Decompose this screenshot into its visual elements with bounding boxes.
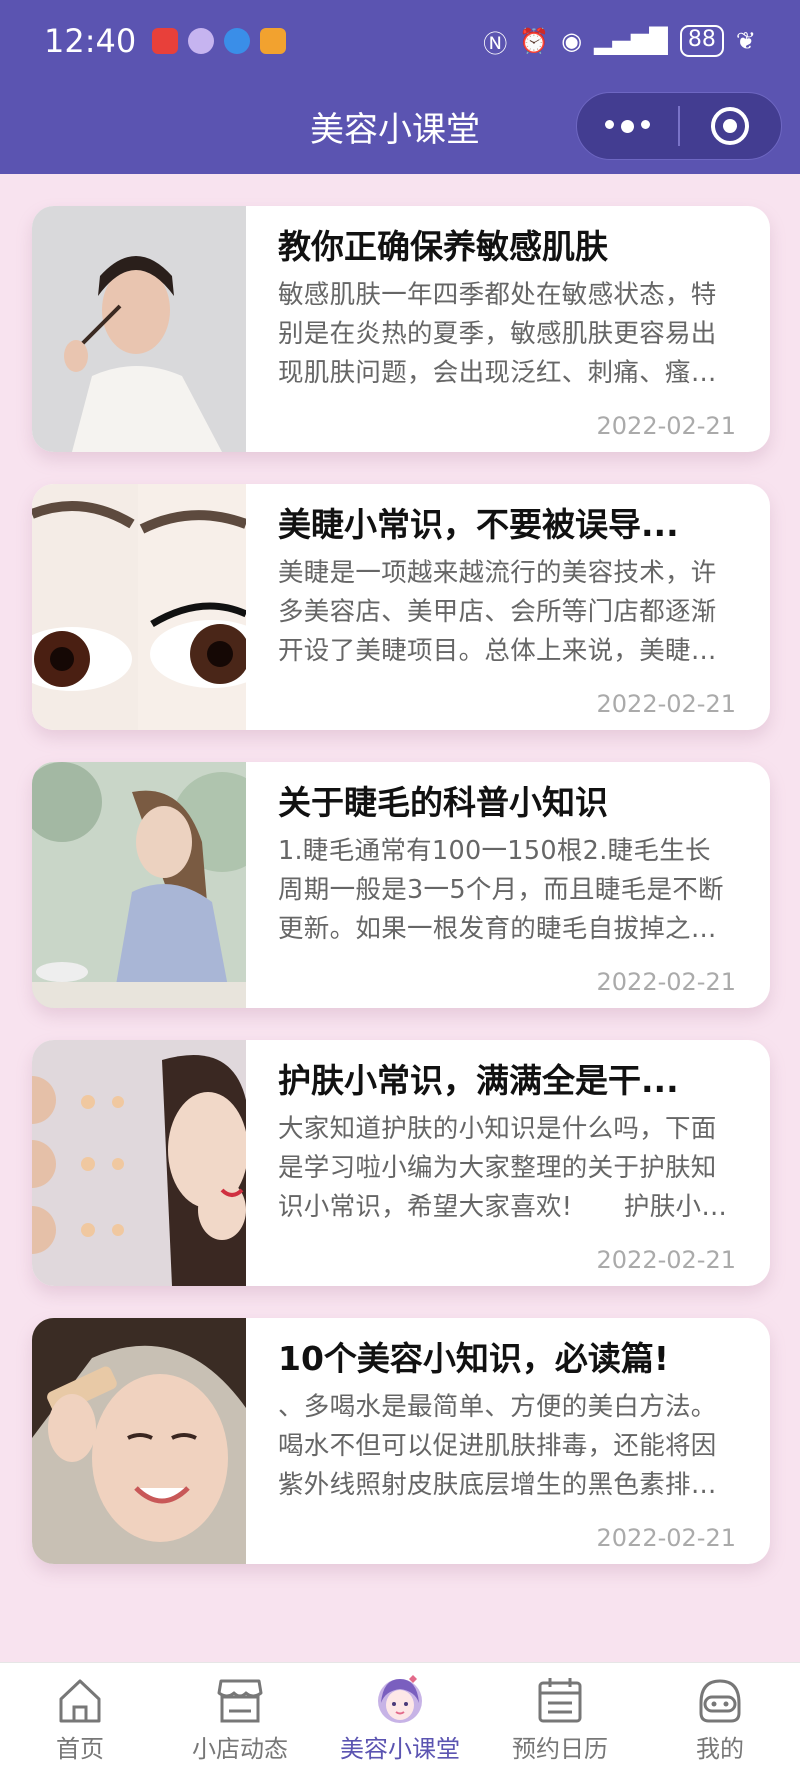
tab-label: 首页	[56, 1735, 104, 1763]
tab-home[interactable]: 首页	[0, 1663, 160, 1768]
article-card[interactable]: 护肤小常识，满满全是干... 大家知道护肤的小知识是什么吗，下面是学习啦小编为大…	[32, 1040, 770, 1286]
article-date: 2022-02-21	[596, 412, 736, 440]
tab-bar: 首页 小店动态 美容小课堂 预约日历 我的	[0, 1662, 800, 1768]
article-title: 10个美容小知识，必读篇!	[278, 1339, 669, 1378]
article-title: 关于睫毛的科普小知识	[278, 783, 608, 822]
calendar-icon	[538, 1678, 582, 1723]
beauty-girl-icon	[378, 1675, 422, 1723]
article-list: 教你正确保养敏感肌肤 敏感肌肤一年四季都处在敏感状态，特别是在炎热的夏季，敏感肌…	[32, 206, 770, 1596]
article-summary: 美睫是一项越来越流行的美容技术，许多美容店、美甲店、会所等门店都逐渐开设了美睫项…	[278, 558, 717, 666]
woman-portrait-image	[32, 206, 246, 452]
article-thumbnail	[32, 484, 246, 730]
eyelash-closeup-image	[32, 484, 246, 730]
article-summary: 敏感肌肤一年四季都处在敏感状态，特别是在炎热的夏季，敏感肌肤更容易出现肌肤问题，…	[278, 280, 717, 388]
home-icon	[59, 1679, 101, 1723]
miniprogram-capsule	[576, 92, 782, 160]
header: 12:40 Ⓝ ⏰ ◉ ▂▄▆█ 88 ❦ 美容小课堂	[0, 0, 800, 174]
shop-icon	[217, 1679, 263, 1723]
article-date: 2022-02-21	[596, 1524, 736, 1552]
nfc-icon: Ⓝ	[483, 29, 508, 58]
signal-icon: ▂▄▆█	[594, 27, 668, 55]
article-card[interactable]: 教你正确保养敏感肌肤 敏感肌肤一年四季都处在敏感状态，特别是在炎热的夏季，敏感肌…	[32, 206, 770, 452]
tab-label: 我的	[696, 1735, 744, 1763]
skincare-woman-image	[32, 1040, 246, 1286]
article-title: 护肤小常识，满满全是干...	[278, 1061, 679, 1100]
article-thumbnail	[32, 1318, 246, 1564]
mail-notification-icon	[152, 28, 179, 54]
wifi-icon: ◉	[561, 27, 583, 55]
status-time: 12:40	[44, 22, 137, 60]
profile-robot-icon	[699, 1679, 741, 1723]
notification-icons	[152, 28, 287, 54]
article-thumbnail	[32, 206, 246, 452]
more-dots-icon[interactable]	[577, 119, 678, 133]
woman-outdoor-image	[32, 762, 246, 1008]
battery-icon: 88	[679, 25, 724, 57]
app-notification-icon	[188, 28, 215, 54]
article-date: 2022-02-21	[596, 968, 736, 996]
alarm-icon: ⏰	[519, 27, 550, 55]
system-icons: Ⓝ ⏰ ◉ ▂▄▆█ 88 ❦	[483, 24, 756, 59]
tab-label: 小店动态	[192, 1735, 288, 1763]
article-card[interactable]: 关于睫毛的科普小知识 1.睫毛通常有100一150根2.睫毛生长周期一般是3一5…	[32, 762, 770, 1008]
smiling-woman-image	[32, 1318, 246, 1564]
article-date: 2022-02-21	[596, 690, 736, 718]
article-summary: 、多喝水是最简单、方便的美白方法。喝水不但可以促进肌肤排毒，还能将因紫外线照射皮…	[278, 1392, 717, 1500]
article-title: 教你正确保养敏感肌肤	[278, 227, 608, 266]
leaf-icon: ❦	[735, 27, 756, 55]
pay-notification-icon	[260, 28, 287, 54]
article-summary: 1.睫毛通常有100一150根2.睫毛生长周期一般是3一5个月，而且睫毛是不断更…	[278, 836, 724, 944]
status-bar: 12:40 Ⓝ ⏰ ◉ ▂▄▆█ 88 ❦	[0, 0, 800, 82]
article-summary: 大家知道护肤的小知识是什么吗，下面是学习啦小编为大家整理的关于护肤知识小常识，希…	[278, 1114, 728, 1222]
tab-beauty-class[interactable]: 美容小课堂	[320, 1663, 480, 1768]
browser-notification-icon	[224, 28, 251, 54]
tab-label: 美容小课堂	[340, 1735, 460, 1763]
article-date: 2022-02-21	[596, 1246, 736, 1274]
tab-mine[interactable]: 我的	[640, 1663, 800, 1768]
article-card[interactable]: 美睫小常识，不要被误导... 美睫是一项越来越流行的美容技术，许多美容店、美甲店…	[32, 484, 770, 730]
tab-calendar[interactable]: 预约日历	[480, 1663, 640, 1768]
target-close-icon[interactable]	[680, 107, 781, 145]
article-card[interactable]: 10个美容小知识，必读篇! 、多喝水是最简单、方便的美白方法。喝水不但可以促进肌…	[32, 1318, 770, 1564]
tab-shop[interactable]: 小店动态	[160, 1663, 320, 1768]
article-title: 美睫小常识，不要被误导...	[278, 505, 679, 544]
tab-label: 预约日历	[512, 1735, 608, 1763]
article-thumbnail	[32, 1040, 246, 1286]
article-thumbnail	[32, 762, 246, 1008]
